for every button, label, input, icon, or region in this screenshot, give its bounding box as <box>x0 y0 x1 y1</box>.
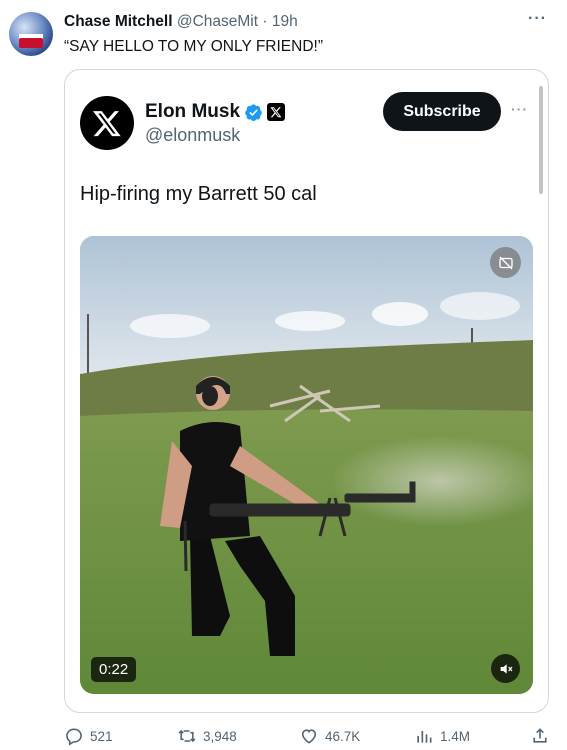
reply-count: 521 <box>90 728 113 744</box>
author-name[interactable]: Chase Mitchell <box>64 13 173 30</box>
quoted-author-name[interactable]: Elon Musk <box>145 101 240 123</box>
action-bar: 521 3,948 46.7K 1.4M <box>64 726 554 750</box>
separator-dot: · <box>262 13 268 30</box>
author-handle[interactable]: @ChaseMit <box>177 13 258 30</box>
post-text: “SAY HELLO TO MY ONLY FRIEND!” <box>64 38 323 55</box>
video-player[interactable]: 0:22 <box>80 236 533 694</box>
repost-button[interactable]: 3,948 <box>177 726 237 746</box>
repost-count: 3,948 <box>203 728 237 744</box>
speaker-muted-icon[interactable] <box>491 654 520 683</box>
post-time[interactable]: 19h <box>272 13 298 30</box>
repost-icon <box>178 729 196 743</box>
view-count: 1.4M <box>440 728 471 744</box>
subscribe-button[interactable]: Subscribe <box>383 92 501 131</box>
analytics-icon <box>417 731 432 743</box>
reply-icon <box>66 728 82 746</box>
x-affiliate-badge-icon <box>267 103 286 121</box>
post-header: Chase Mitchell @ChaseMit · 19h <box>64 12 298 32</box>
quoted-author-avatar[interactable] <box>80 96 134 150</box>
like-count: 46.7K <box>325 728 361 744</box>
quoted-post-text: Hip-firing my Barrett 50 cal <box>80 183 317 205</box>
video-frame <box>80 236 533 694</box>
video-duration: 0:22 <box>91 657 137 682</box>
share-button[interactable] <box>530 726 550 746</box>
heart-icon <box>301 729 317 744</box>
hide-media-icon[interactable] <box>490 247 521 278</box>
quoted-author-name-row: Elon Musk <box>145 101 286 123</box>
x-logo-icon <box>93 111 121 137</box>
author-avatar[interactable] <box>9 12 53 56</box>
card-scrollbar[interactable] <box>539 86 543 194</box>
views-button[interactable]: 1.4M <box>414 726 470 746</box>
share-icon <box>533 728 547 743</box>
ellipsis-icon[interactable]: ··· <box>528 10 547 28</box>
quoted-author-handle[interactable]: @elonmusk <box>145 124 240 146</box>
verified-badge-icon <box>245 103 262 121</box>
quoted-ellipsis-icon[interactable]: ··· <box>511 101 528 117</box>
avatar-flag <box>19 38 43 48</box>
like-button[interactable]: 46.7K <box>299 726 360 746</box>
reply-button[interactable]: 521 <box>64 726 113 746</box>
